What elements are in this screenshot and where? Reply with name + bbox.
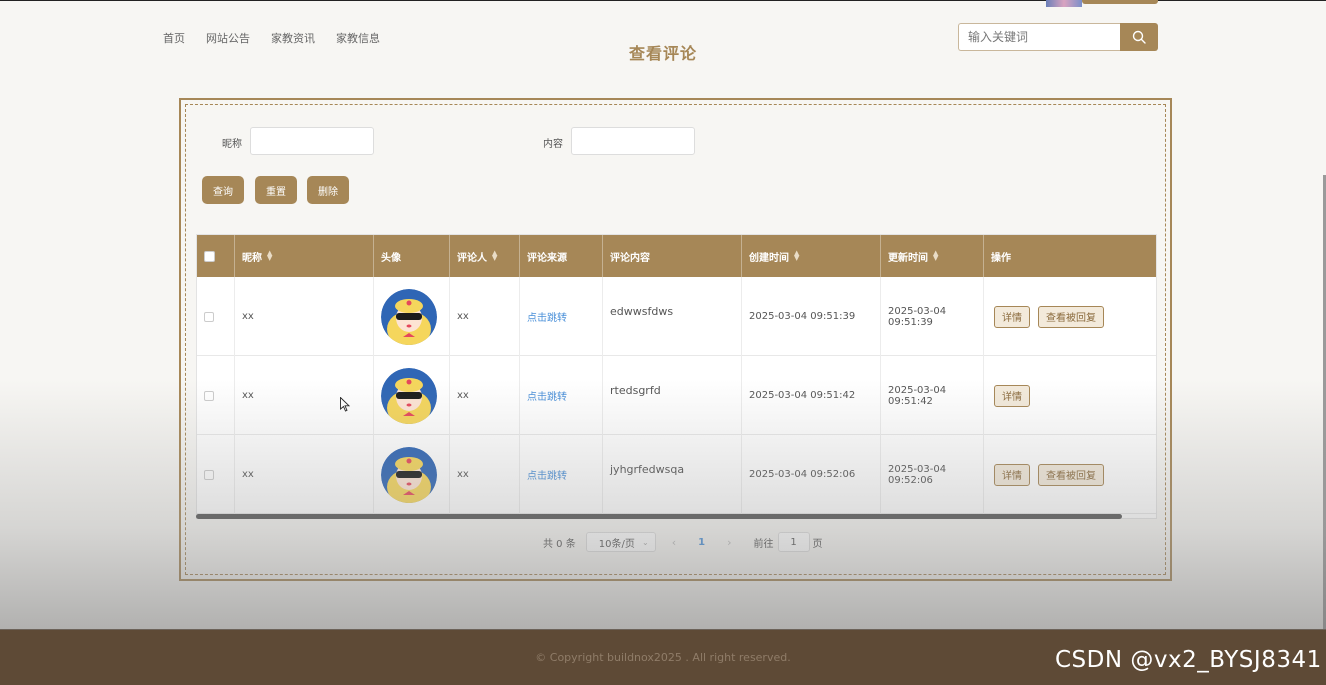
nickname-label: 昵称 — [222, 139, 242, 150]
page-size-value: 10条/页 — [598, 538, 635, 550]
header-commenter[interactable]: 评论人 ▲ ▼ — [450, 235, 520, 277]
cell-content: jyhgrfedwsqa — [603, 435, 742, 514]
source-link[interactable]: 点击跳转 — [527, 309, 567, 324]
top-account-button[interactable] — [1082, 0, 1158, 4]
avatar — [381, 288, 437, 345]
view-reply-button[interactable]: 查看被回复 — [1038, 305, 1104, 328]
goto-page-input[interactable]: 1 — [777, 532, 810, 552]
header-avatar: 头像 — [374, 235, 450, 277]
cell-created: 2025-03-04 09:52:06 — [742, 435, 881, 514]
header-actions: 操作 — [984, 235, 1156, 277]
pagination: 共 0 条 10条/页 ⌄ ‹ 1 › 前往 1 页 — [543, 531, 823, 553]
table-row: xx xx 点击跳转 edwwsfdws 2025-03-04 09:51:39… — [197, 277, 1156, 356]
header-avatar-label: 头像 — [381, 252, 401, 264]
watermark: CSDN @vx2_BYSJ8341 — [1055, 647, 1322, 673]
table-row: xx xx 点击跳转 rtedsgrfd 2025-03-04 09:51:42… — [197, 356, 1156, 435]
header-nickname-label: 昵称 — [242, 252, 262, 264]
total-count: 共 0 条 — [543, 538, 576, 550]
cell-commenter: xx — [450, 277, 520, 356]
cell-avatar — [374, 356, 450, 435]
header-created[interactable]: 创建时间 ▲ ▼ — [742, 235, 881, 277]
cell-content: rtedsgrfd — [603, 356, 742, 435]
cell-commenter: xx — [450, 435, 520, 514]
delete-button[interactable]: 删除 — [307, 176, 349, 204]
cell-actions: 详情 查看被回复 — [984, 435, 1156, 514]
mouse-cursor-icon — [340, 396, 351, 416]
header-updated-label: 更新时间 — [888, 252, 928, 264]
row-select-cell — [197, 277, 235, 356]
search-bar — [958, 23, 1158, 51]
cell-nickname: xx — [235, 356, 374, 435]
avatar — [381, 446, 437, 503]
cell-actions: 详情 — [984, 356, 1156, 435]
search-button[interactable] — [1120, 23, 1158, 51]
header-updated[interactable]: 更新时间 ▲ ▼ — [881, 235, 984, 277]
goto-page-value: 1 — [790, 536, 797, 548]
cell-avatar — [374, 435, 450, 514]
view-reply-button[interactable]: 查看被回复 — [1038, 463, 1104, 486]
comments-table: 昵称 ▲ ▼ 头像 评论人 ▲ ▼ 评论来源 评论内容 创建时间 ▲ ▼ 更新时间 ▲ ▼ 操作… — [196, 234, 1157, 519]
page-suffix: 页 — [812, 538, 823, 550]
table-header: 昵称 ▲ ▼ 头像 评论人 ▲ ▼ 评论来源 评论内容 创建时间 ▲ ▼ 更新时间 ▲ ▼ 操作 — [197, 235, 1156, 277]
search-input[interactable] — [958, 23, 1120, 51]
cell-created: 2025-03-04 09:51:39 — [742, 277, 881, 356]
cell-nickname: xx — [235, 277, 374, 356]
cell-source: 点击跳转 — [520, 435, 603, 514]
cell-actions: 详情 查看被回复 — [984, 277, 1156, 356]
detail-button[interactable]: 详情 — [994, 384, 1030, 407]
cell-source: 点击跳转 — [520, 356, 603, 435]
avatar — [381, 367, 437, 424]
row-select-cell — [197, 435, 235, 514]
row-select-cell — [197, 356, 235, 435]
sort-icon[interactable]: ▲ ▼ — [933, 250, 938, 262]
table-row: xx xx 点击跳转 jyhgrfedwsqa 2025-03-04 09:52… — [197, 435, 1156, 514]
table-horizontal-scrollbar[interactable] — [196, 514, 1122, 519]
cell-updated: 2025-03-04 09:51:39 — [881, 277, 984, 356]
cell-avatar — [374, 277, 450, 356]
search-icon — [1132, 30, 1146, 44]
row-checkbox[interactable] — [204, 311, 214, 322]
prev-page-icon[interactable]: ‹ — [672, 536, 676, 549]
sort-icon[interactable]: ▲ ▼ — [492, 250, 497, 262]
cell-content: edwwsfdws — [603, 277, 742, 356]
header-commenter-label: 评论人 — [457, 252, 487, 264]
chevron-down-icon: ⌄ — [642, 537, 649, 547]
cell-created: 2025-03-04 09:51:42 — [742, 356, 881, 435]
content-label: 内容 — [543, 139, 563, 150]
header-source-label: 评论来源 — [527, 252, 567, 264]
header-content-label: 评论内容 — [610, 252, 650, 264]
content-input[interactable] — [571, 127, 695, 155]
header-source: 评论来源 — [520, 235, 603, 277]
header-actions-label: 操作 — [991, 252, 1011, 264]
cell-nickname: xx — [235, 435, 374, 514]
row-checkbox[interactable] — [204, 469, 214, 480]
header-nickname[interactable]: 昵称 ▲ ▼ — [235, 235, 374, 277]
goto-label: 前往 — [753, 538, 774, 550]
detail-button[interactable]: 详情 — [994, 305, 1030, 328]
sort-icon[interactable]: ▲ ▼ — [267, 250, 272, 262]
header-created-label: 创建时间 — [749, 252, 789, 264]
sort-icon[interactable]: ▲ ▼ — [794, 250, 799, 262]
cell-updated: 2025-03-04 09:52:06 — [881, 435, 984, 514]
source-link[interactable]: 点击跳转 — [527, 388, 567, 403]
query-button[interactable]: 查询 — [202, 176, 244, 204]
cell-source: 点击跳转 — [520, 277, 603, 356]
cell-updated: 2025-03-04 09:51:42 — [881, 356, 984, 435]
next-page-icon[interactable]: › — [727, 536, 731, 549]
select-all-checkbox[interactable] — [204, 250, 215, 262]
cell-commenter: xx — [450, 356, 520, 435]
page-size-select[interactable]: 10条/页 ⌄ — [585, 532, 656, 552]
header-content: 评论内容 — [603, 235, 742, 277]
row-checkbox[interactable] — [204, 390, 214, 401]
detail-button[interactable]: 详情 — [994, 463, 1030, 486]
user-avatar-partial[interactable] — [1046, 0, 1082, 7]
nickname-input[interactable] — [250, 127, 374, 155]
current-page[interactable]: 1 — [698, 537, 705, 548]
reset-button[interactable]: 重置 — [255, 176, 297, 204]
select-all-cell — [197, 235, 235, 277]
source-link[interactable]: 点击跳转 — [527, 467, 567, 482]
